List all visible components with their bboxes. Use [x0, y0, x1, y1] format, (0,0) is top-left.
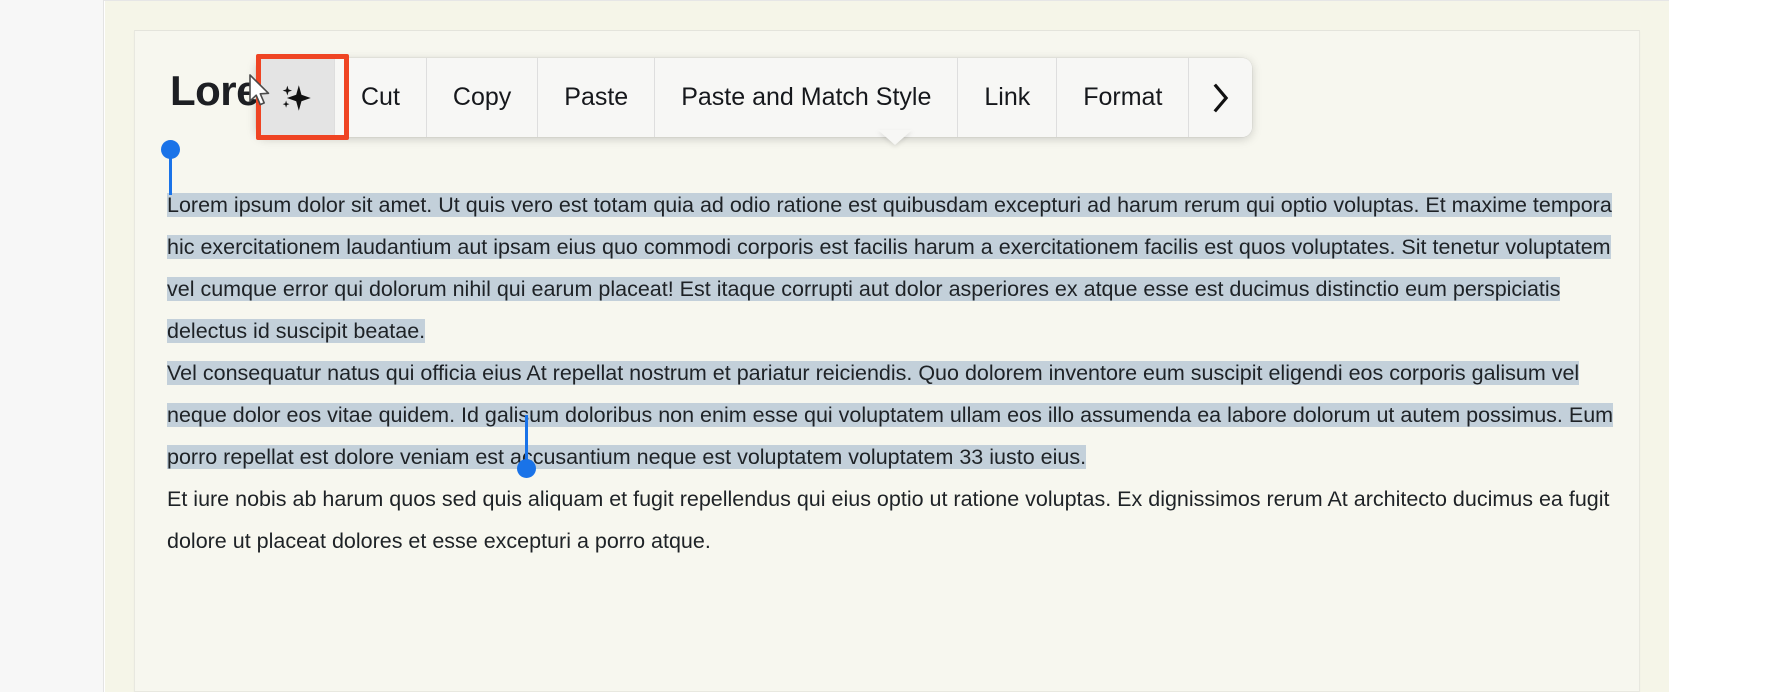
document-body[interactable]: Lorem ipsum dolor sit amet. Ut quis vero…: [167, 184, 1619, 562]
selected-text: Vel consequatur natus qui officia eius A…: [167, 361, 1614, 469]
paragraph-text: Et iure nobis ab harum quos sed quis ali…: [167, 487, 1610, 553]
context-menu-item-format[interactable]: Format: [1057, 58, 1190, 137]
context-menu-label: Paste and Match Style: [681, 83, 932, 111]
context-menu-label: Format: [1083, 83, 1163, 111]
context-menu-item-copy[interactable]: Copy: [426, 58, 539, 137]
context-menu-pointer: [878, 130, 912, 145]
context-menu-item-link[interactable]: Link: [958, 58, 1058, 137]
context-menu-item-paste-and-match-style[interactable]: Paste and Match Style: [655, 58, 959, 137]
context-menu-label: Copy: [452, 83, 512, 111]
text-selection-context-menu: Cut Copy Paste Paste and Match Style Lin…: [256, 58, 1253, 137]
viewport-right-gutter: [1669, 0, 1774, 692]
sparkle-icon: [278, 81, 312, 115]
context-menu-label: Link: [984, 83, 1031, 111]
paragraph[interactable]: Lorem ipsum dolor sit amet. Ut quis vero…: [167, 184, 1619, 352]
context-menu-label: Paste: [564, 83, 629, 111]
viewport-left-gutter: [0, 0, 104, 692]
screenshot-root: Lorem Lorem ipsum dolor sit amet. Ut qui…: [0, 0, 1774, 692]
context-menu-item-more[interactable]: [1189, 58, 1253, 137]
selected-text: Lorem ipsum dolor sit amet. Ut quis vero…: [167, 193, 1612, 343]
context-menu-label: Cut: [361, 83, 400, 111]
context-menu-item-ai[interactable]: [256, 58, 335, 137]
paragraph[interactable]: Vel consequatur natus qui officia eius A…: [167, 352, 1619, 478]
context-menu-item-cut[interactable]: Cut: [335, 58, 427, 137]
paragraph[interactable]: Et iure nobis ab harum quos sed quis ali…: [167, 478, 1619, 562]
chevron-right-icon: [1211, 83, 1230, 113]
context-menu-item-paste[interactable]: Paste: [538, 58, 656, 137]
